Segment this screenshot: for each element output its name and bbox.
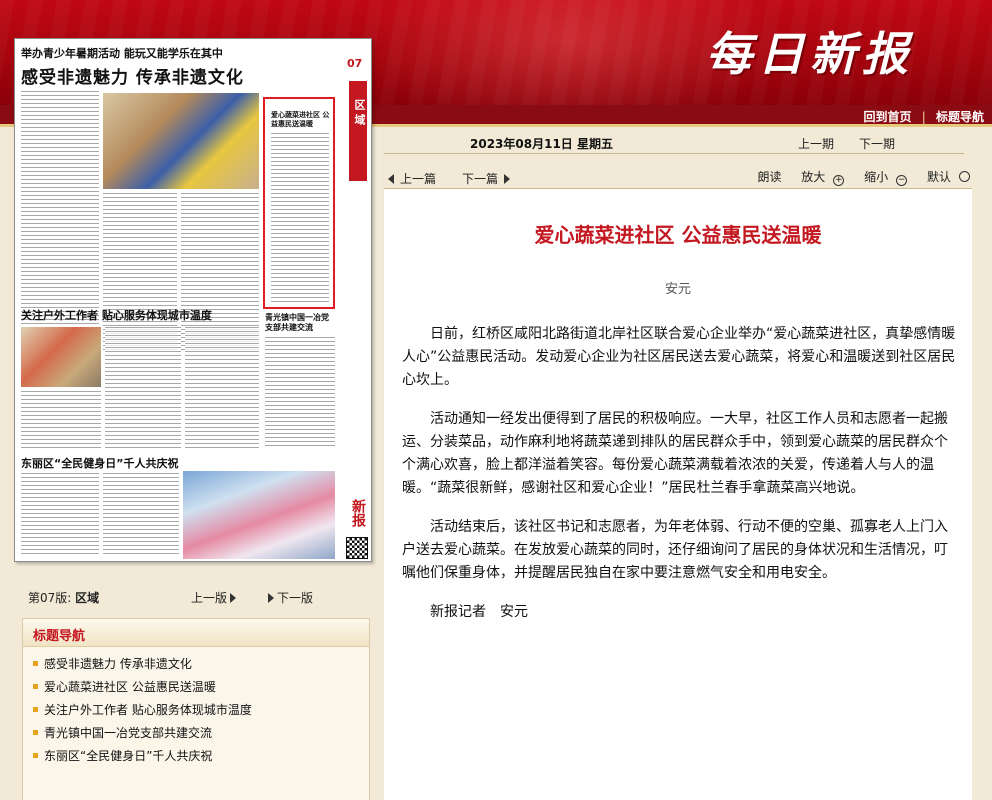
prev-page-label: 上一版 xyxy=(191,591,228,605)
bullet-icon xyxy=(33,661,38,666)
title-nav-item[interactable]: 东丽区“全民健身日”千人共庆祝 xyxy=(33,745,369,768)
prev-page-link[interactable]: 上一版 xyxy=(191,589,237,606)
article-title: 爱心蔬菜进社区 公益惠民送温暖 xyxy=(534,223,822,247)
site-logo: 每日新报 xyxy=(706,27,914,81)
text-column xyxy=(185,327,259,449)
title-nav-heading: 标题导航 xyxy=(23,619,369,647)
issue-toolbar: 2023年08月11日 星期五 上一期 下一期 xyxy=(384,130,992,157)
bullet-icon xyxy=(33,707,38,712)
bullet-icon xyxy=(33,753,38,758)
triangle-right-icon xyxy=(268,593,274,603)
page-kicker: 举办青少年暑期活动 能玩又能学乐在其中 xyxy=(21,47,223,60)
bullet-icon xyxy=(33,684,38,689)
nav-separator: | xyxy=(921,110,926,124)
triangle-right-icon xyxy=(230,593,237,603)
highlight-title: 爱心蔬菜进社区 公益惠民送温暖 xyxy=(271,111,330,128)
text-size-controls: 朗读 放大 + 缩小 − 默认 xyxy=(749,168,970,186)
newspaper-mark: 新报 xyxy=(350,499,366,527)
page-headline-block: 举办青少年暑期活动 能玩又能学乐在其中 感受非遗魅力 传承非遗文化 xyxy=(21,45,339,88)
article-paragraph: 日前，红桥区咸阳北路街道北岸社区联合爱心企业举办“爱心蔬菜进社区，真挚感情暖人心… xyxy=(402,326,956,388)
bullet-icon xyxy=(33,730,38,735)
newspaper-page-thumbnail[interactable]: 举办青少年暑期活动 能玩又能学乐在其中 感受非遗魅力 传承非遗文化 爱心蔬菜进社… xyxy=(14,38,372,562)
text-column xyxy=(103,473,179,557)
next-issue-link[interactable]: 下一期 xyxy=(859,135,895,152)
next-article-link[interactable]: 下一篇 xyxy=(462,170,511,187)
issue-date: 2023年08月11日 星期五 xyxy=(470,137,613,151)
minus-icon: − xyxy=(896,175,908,186)
prev-issue-link[interactable]: 上一期 xyxy=(798,135,834,152)
prev-article-label: 上一篇 xyxy=(400,172,437,186)
default-size-button[interactable]: 默认 xyxy=(919,170,970,184)
page-scrollbar-track[interactable] xyxy=(972,188,992,800)
article-body: 日前，红桥区咸阳北路街道北岸社区联合爱心企业举办“爱心蔬菜进社区，真挚感情暖人心… xyxy=(402,323,956,640)
title-navigation-panel: 标题导航 感受非遗魅力 传承非遗文化 爱心蔬菜进社区 公益惠民送温暖 关注户外工… xyxy=(22,618,370,800)
triangle-left-icon xyxy=(388,174,394,184)
next-page-link[interactable]: 下一版 xyxy=(268,589,313,606)
page-side-band: 07 区域 新报 xyxy=(343,39,371,561)
home-link[interactable]: 回到首页 xyxy=(864,110,912,124)
title-nav-item[interactable]: 关注户外工作者 贴心服务体现城市温度 xyxy=(33,699,369,722)
text-column xyxy=(271,133,329,303)
next-page-label: 下一版 xyxy=(277,591,314,605)
photo-opera-costumes xyxy=(103,93,259,189)
next-article-label: 下一篇 xyxy=(462,172,499,186)
zoom-out-label: 缩小 xyxy=(864,170,889,184)
article-author: 安元 xyxy=(664,282,691,297)
page-main-title[interactable]: 感受非遗魅力 传承非遗文化 xyxy=(21,63,339,88)
prev-article-link[interactable]: 上一篇 xyxy=(388,170,436,187)
section-label: 区域 xyxy=(353,99,366,129)
text-column xyxy=(21,391,101,449)
default-size-label: 默认 xyxy=(926,170,951,184)
title-nav-list: 感受非遗魅力 传承非遗文化 爱心蔬菜进社区 公益惠民送温暖 关注户外工作者 贴心… xyxy=(23,647,369,768)
text-column xyxy=(265,337,335,449)
triangle-right-icon xyxy=(504,174,511,184)
circle-icon xyxy=(959,171,970,182)
top-nav-links: 回到首页 | 标题导航 xyxy=(858,108,984,125)
sub-headline-fitness-day[interactable]: 东丽区“全民健身日”千人共庆祝 xyxy=(21,455,178,471)
title-nav-item-label: 感受非遗魅力 传承非遗文化 xyxy=(44,657,192,671)
article-paragraph: 活动结束后，该社区书记和志愿者，为年老体弱、行动不便的空巢、孤寡老人上门入户送去… xyxy=(402,519,948,581)
text-column xyxy=(105,327,181,449)
sub-headline-outdoor-workers[interactable]: 关注户外工作者 贴心服务体现城市温度 xyxy=(21,307,212,323)
zoom-in-label: 放大 xyxy=(801,170,826,184)
qr-code-icon xyxy=(346,537,368,559)
title-nav-item[interactable]: 青光镇中国一冶党支部共建交流 xyxy=(33,722,369,745)
page-pager: 第07版: 区域 上一版 下一版 xyxy=(0,586,384,606)
plus-icon: + xyxy=(833,175,845,186)
article-tools: 上一篇 下一篇 朗读 放大 + 缩小 − 默认 xyxy=(384,160,984,188)
article-panel: 爱心蔬菜进社区 公益惠民送温暖 安元 日前，红桥区咸阳北路街道北岸社区联合爱心企… xyxy=(384,188,972,800)
title-nav-item-label: 东丽区“全民健身日”千人共庆祝 xyxy=(44,749,213,763)
photo-fitness-performance xyxy=(183,471,335,559)
toolbar-divider xyxy=(384,153,964,154)
highlighted-article-box[interactable]: 爱心蔬菜进社区 公益惠民送温暖 xyxy=(263,97,335,309)
title-nav-link[interactable]: 标题导航 xyxy=(936,110,984,124)
zoom-out-button[interactable]: 缩小 − xyxy=(856,170,908,186)
article-byline: 新报记者 安元 xyxy=(430,604,528,620)
title-nav-item[interactable]: 爱心蔬菜进社区 公益惠民送温暖 xyxy=(33,676,369,699)
version-name: 区域 xyxy=(75,591,100,605)
page-number: 07 xyxy=(347,57,363,70)
sub-headline-party-branch[interactable]: 青光镇中国一冶党支部共建交流 xyxy=(265,313,335,333)
title-nav-item[interactable]: 感受非遗魅力 传承非遗文化 xyxy=(33,653,369,676)
photo-outdoor-workers xyxy=(21,327,101,387)
zoom-in-button[interactable]: 放大 + xyxy=(793,170,845,186)
title-nav-item-label: 关注户外工作者 贴心服务体现城市温度 xyxy=(44,703,252,717)
page-version: 第07版: 区域 xyxy=(28,589,99,606)
title-nav-item-label: 青光镇中国一冶党支部共建交流 xyxy=(44,726,213,740)
title-nav-item-label: 爱心蔬菜进社区 公益惠民送温暖 xyxy=(44,680,216,694)
article-paragraph: 活动通知一经发出便得到了居民的积极响应。一大早，社区工作人员和志愿者一起搬运、分… xyxy=(402,411,948,496)
text-column xyxy=(21,473,99,557)
version-label: 第07版: xyxy=(28,591,72,605)
read-aloud-button[interactable]: 朗读 xyxy=(757,170,781,184)
section-bar: 区域 xyxy=(349,81,367,181)
